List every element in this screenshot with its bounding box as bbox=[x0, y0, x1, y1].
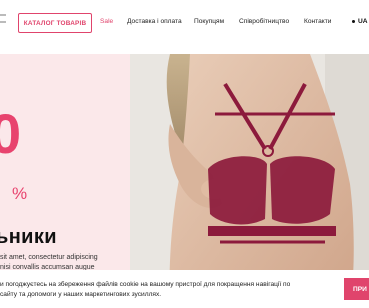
promo-value: 0 bbox=[0, 102, 22, 165]
nav-item-customers[interactable]: Покупцям bbox=[194, 18, 224, 25]
language-switcher[interactable]: UA bbox=[352, 18, 368, 25]
site-header: КАТАЛОГ ТОВАРІВ Sale Доставка і оплата П… bbox=[0, 0, 369, 50]
bullet-icon bbox=[352, 19, 355, 23]
cookie-text-line: сайту та допомоги у наших маркетингових … bbox=[0, 291, 162, 298]
catalog-button[interactable]: КАТАЛОГ ТОВАРІВ bbox=[18, 13, 92, 33]
language-label: UA bbox=[358, 18, 368, 25]
nav-item-sale[interactable]: Sale bbox=[100, 18, 113, 25]
hero-title: ьники bbox=[0, 226, 57, 248]
logo[interactable] bbox=[0, 14, 10, 34]
cookie-text-line: и погоджуєтесь на збереження файлів cook… bbox=[0, 281, 291, 288]
cookie-banner: и погоджуєтесь на збереження файлів cook… bbox=[0, 270, 369, 308]
nav-item-cooperation[interactable]: Співробітництво bbox=[239, 18, 289, 25]
page: КАТАЛОГ ТОВАРІВ Sale Доставка і оплата П… bbox=[0, 0, 369, 308]
cookie-accept-button[interactable]: ПРИ bbox=[344, 278, 369, 300]
nav-item-contacts[interactable]: Контакти bbox=[304, 18, 331, 25]
hero-description-line: sit amet, consectetur adipiscing bbox=[0, 254, 98, 261]
cookie-text: и погоджуєтесь на збереження файлів cook… bbox=[0, 280, 320, 300]
nav-item-delivery[interactable]: Доставка і оплата bbox=[127, 18, 182, 25]
promo-percent: % bbox=[12, 184, 28, 203]
